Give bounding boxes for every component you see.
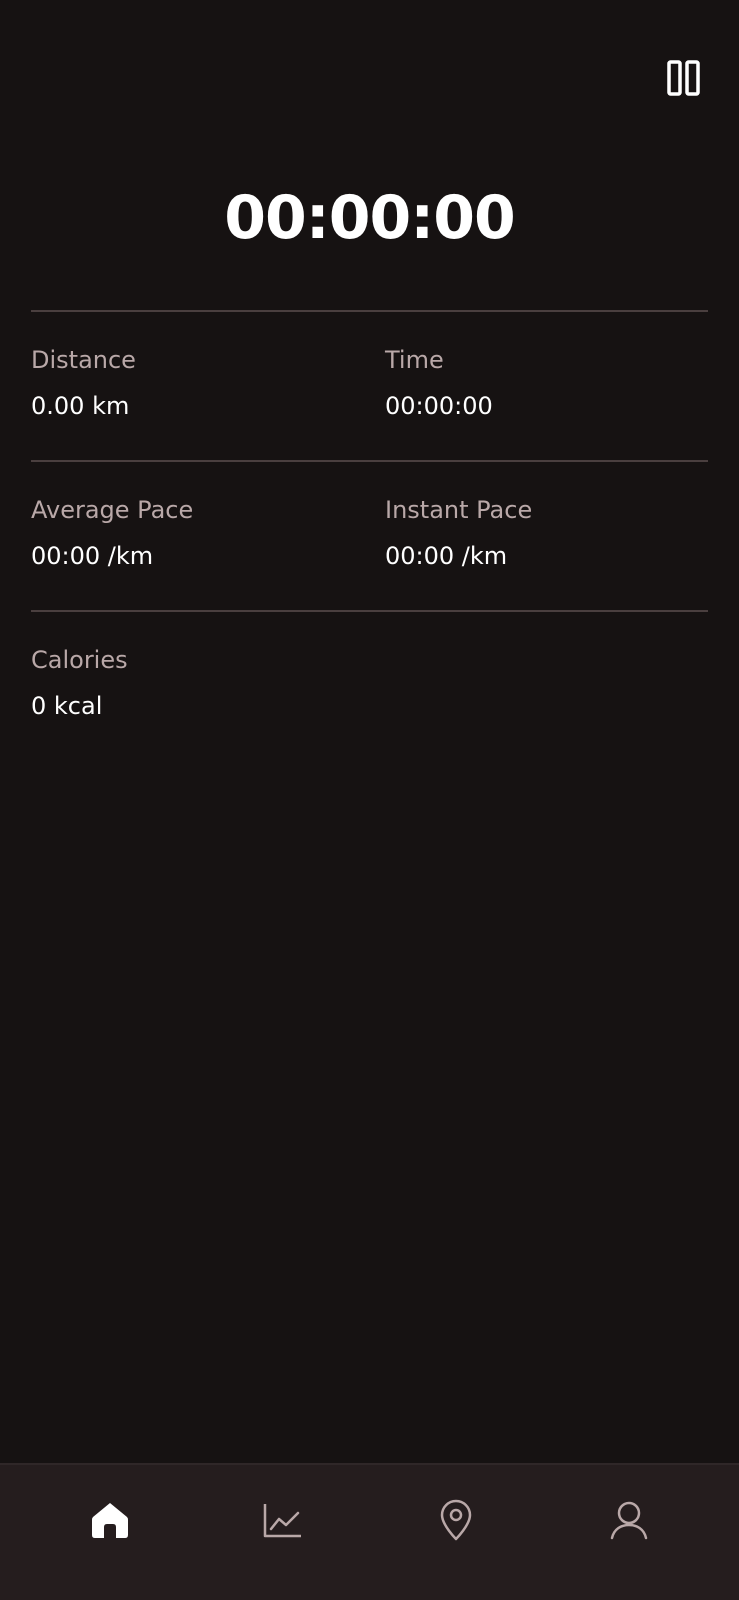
elapsed-timer: 00:00:00 [224, 183, 515, 253]
nav-stats[interactable] [191, 1465, 375, 1575]
stat-average-pace: Average Pace 00:00 /km [31, 494, 351, 572]
chart-icon [263, 1504, 301, 1538]
nav-map[interactable] [364, 1465, 548, 1575]
pause-button[interactable] [664, 56, 704, 100]
map-pin-icon [440, 1499, 472, 1541]
stat-time: Time 00:00:00 [385, 344, 705, 422]
divider [31, 610, 708, 612]
stat-distance: Distance 0.00 km [31, 344, 351, 422]
stat-value: 00:00:00 [385, 392, 493, 420]
stat-value: 0.00 km [31, 392, 130, 420]
stat-label: Average Pace [31, 496, 194, 524]
bottom-navigation [0, 1463, 739, 1600]
pause-icon [667, 60, 700, 96]
stat-label: Time [385, 346, 444, 374]
stat-label: Calories [31, 646, 128, 674]
run-tracker-screen: 00:00:00 Distance 0.00 km Time 00:00:00 … [0, 0, 739, 1600]
stat-label: Instant Pace [385, 496, 533, 524]
stat-value: 00:00 /km [31, 542, 154, 570]
nav-home[interactable] [18, 1465, 202, 1575]
stat-value: 0 kcal [31, 692, 103, 720]
stat-calories: Calories 0 kcal [31, 644, 351, 722]
stat-value: 00:00 /km [385, 542, 508, 570]
home-icon [92, 1503, 128, 1538]
stat-instant-pace: Instant Pace 00:00 /km [385, 494, 705, 572]
nav-profile[interactable] [537, 1465, 721, 1575]
stat-label: Distance [31, 346, 136, 374]
user-icon [610, 1501, 648, 1540]
divider [31, 310, 708, 312]
divider [31, 460, 708, 462]
